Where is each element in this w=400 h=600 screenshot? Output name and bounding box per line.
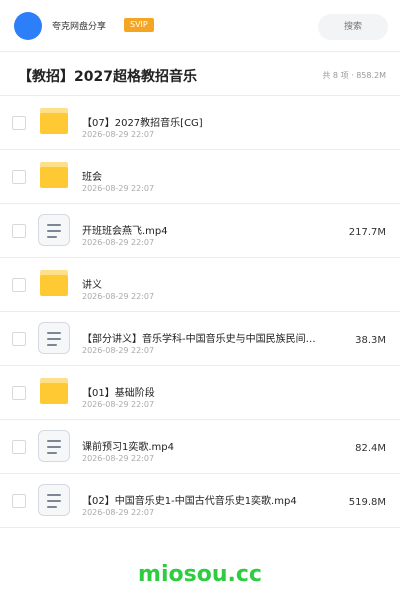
file-icon	[38, 430, 70, 462]
item-date: 2026-08-29 22:07	[82, 454, 155, 463]
item-name[interactable]: 【02】中国音乐史1-中国古代音乐史1奕歌.mp4	[82, 492, 322, 507]
item-size: 82.4M	[355, 443, 386, 454]
item-name[interactable]: 【07】2027教招音乐[CG]	[82, 114, 344, 129]
item-date: 2026-08-29 22:07	[82, 400, 155, 409]
item-name[interactable]: 讲义	[82, 276, 344, 291]
item-name[interactable]: 【部分讲义】音乐学科-中国音乐史与中国民族民间音乐…	[82, 330, 322, 345]
svip-badge[interactable]: SVIP	[124, 18, 154, 32]
select-checkbox[interactable]	[12, 494, 26, 508]
list-item[interactable]: 【部分讲义】音乐学科-中国音乐史与中国民族民间音乐… 2026-08-29 22:…	[0, 312, 400, 366]
select-checkbox[interactable]	[12, 440, 26, 454]
brand-name: 夸克网盘分享	[52, 22, 107, 32]
list-item[interactable]: 讲义 2026-08-29 22:07	[0, 258, 400, 312]
list-item[interactable]: 班会 2026-08-29 22:07	[0, 150, 400, 204]
watermark: miosou.cc	[138, 562, 262, 587]
file-icon	[38, 484, 70, 516]
item-name[interactable]: 【01】基础阶段	[82, 384, 344, 399]
item-size: 38.3M	[355, 335, 386, 346]
list-item[interactable]: 课前预习1奕歌.mp4 2026-08-29 22:07 82.4M	[0, 420, 400, 474]
list-item[interactable]: 【07】2027教招音乐[CG] 2026-08-29 22:07	[0, 96, 400, 150]
select-checkbox[interactable]	[12, 224, 26, 238]
avatar[interactable]	[14, 12, 42, 40]
file-icon	[38, 214, 70, 246]
folder-header: 【教招】2027超格教招音乐 共 8 项 · 858.2M	[0, 52, 400, 96]
select-checkbox[interactable]	[12, 278, 26, 292]
item-date: 2026-08-29 22:07	[82, 130, 155, 139]
item-date: 2026-08-29 22:07	[82, 292, 155, 301]
item-name[interactable]: 课前预习1奕歌.mp4	[82, 438, 322, 453]
select-checkbox[interactable]	[12, 386, 26, 400]
select-checkbox[interactable]	[12, 116, 26, 130]
item-date: 2026-08-29 22:07	[82, 508, 155, 517]
item-date: 2026-08-29 22:07	[82, 346, 155, 355]
item-size: 217.7M	[348, 227, 386, 238]
file-list: 【07】2027教招音乐[CG] 2026-08-29 22:07 班会 2026-0…	[0, 96, 400, 528]
folder-icon	[40, 378, 68, 404]
item-size: 519.8M	[348, 497, 386, 508]
search-input[interactable]	[318, 14, 388, 40]
item-date: 2026-08-29 22:07	[82, 184, 155, 193]
select-checkbox[interactable]	[12, 332, 26, 346]
select-checkbox[interactable]	[12, 170, 26, 184]
list-item[interactable]: 【02】中国音乐史1-中国古代音乐史1奕歌.mp4 2026-08-29 22:0…	[0, 474, 400, 528]
folder-icon	[40, 270, 68, 296]
file-icon	[38, 322, 70, 354]
top-bar: 夸克网盘分享 SVIP	[0, 0, 400, 52]
folder-icon	[40, 108, 68, 134]
folder-meta: 共 8 项 · 858.2M	[322, 71, 386, 80]
folder-icon	[40, 162, 68, 188]
item-date: 2026-08-29 22:07	[82, 238, 155, 247]
list-item[interactable]: 【01】基础阶段 2026-08-29 22:07	[0, 366, 400, 420]
list-item[interactable]: 开班班会燕飞.mp4 2026-08-29 22:07 217.7M	[0, 204, 400, 258]
item-name[interactable]: 班会	[82, 168, 344, 183]
page-title: 【教招】2027超格教招音乐	[18, 69, 197, 85]
item-name[interactable]: 开班班会燕飞.mp4	[82, 222, 322, 237]
